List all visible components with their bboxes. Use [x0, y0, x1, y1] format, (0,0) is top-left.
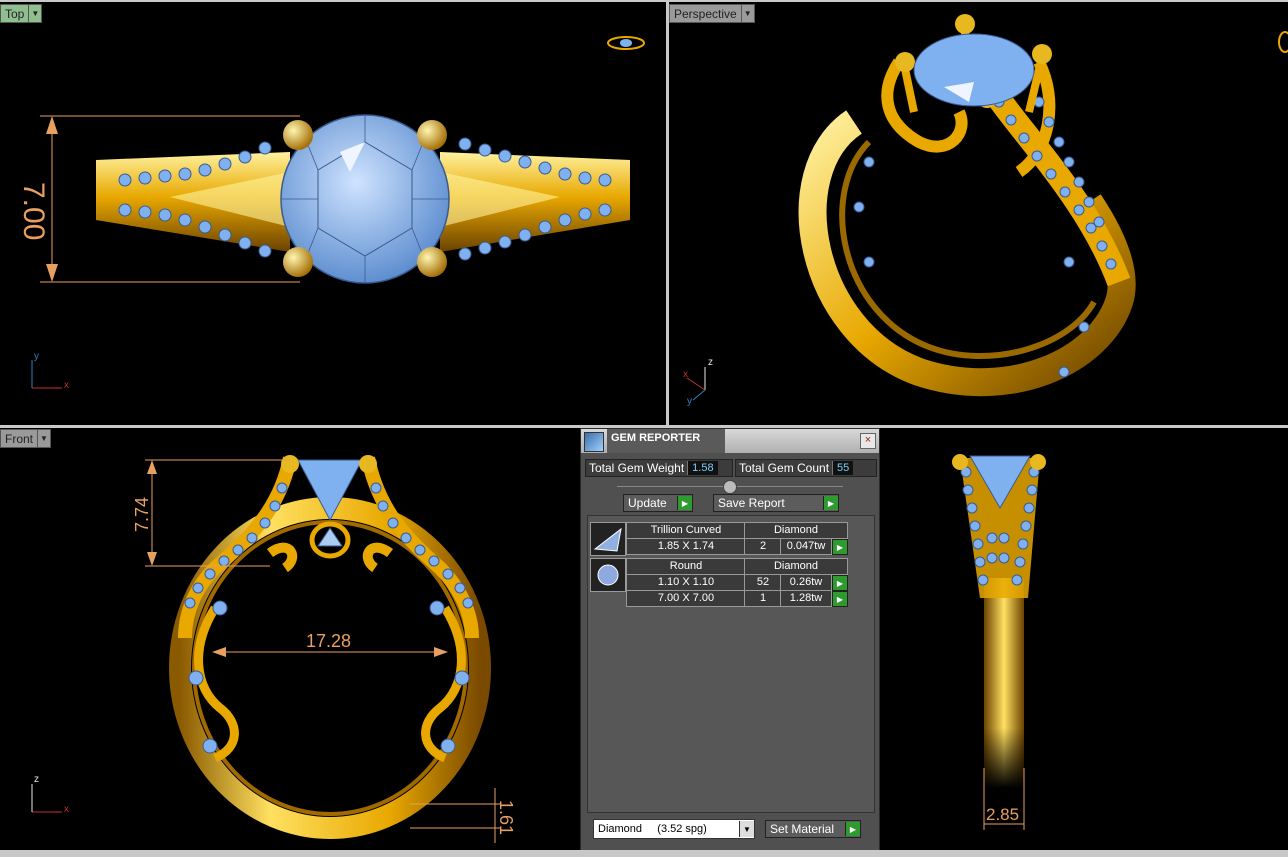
viewport-label-text: Top — [5, 6, 25, 21]
trillion-gem-thumbnail[interactable] — [590, 522, 626, 556]
gem-shape-header: Round — [626, 558, 746, 575]
gem-reporter-icon — [584, 432, 604, 452]
material-select[interactable]: Diamond (3.52 spg) ▼ — [593, 819, 755, 839]
gem-size-cell: 1.10 X 1.10 — [626, 574, 746, 591]
panel-title: GEM REPORTER — [611, 432, 701, 444]
axis-x-label: x — [64, 380, 69, 391]
chevron-down-icon[interactable]: ▼ — [37, 430, 50, 447]
set-material-button-label: Set Material — [770, 822, 835, 836]
total-gem-weight-field: Total Gem Weight 1.58 — [585, 459, 733, 477]
viewport-label-front[interactable]: Front ▼ — [0, 429, 52, 448]
total-gem-count-label: Total Gem Count — [739, 461, 830, 475]
viewport-right[interactable]: 2.85 — [880, 428, 1288, 850]
gem-material-header: Diamond — [744, 558, 848, 575]
viewport-label-text: Perspective — [674, 6, 737, 21]
update-button[interactable]: Update ▶ — [623, 494, 693, 512]
axis-x-label: x — [683, 369, 688, 380]
close-button[interactable]: × — [860, 433, 876, 449]
viewport-label-perspective[interactable]: Perspective ▼ — [669, 4, 755, 23]
total-gem-count-field: Total Gem Count 55 — [735, 459, 877, 477]
gem-weight-cell: 1.28tw — [780, 590, 832, 607]
front-view-drawing — [31, 455, 500, 843]
total-gem-weight-label: Total Gem Weight — [589, 461, 685, 475]
viewport-front[interactable]: 7.74 17.28 1.61 z x Front ▼ — [0, 428, 580, 850]
gem-count-cell: 2 — [744, 538, 782, 555]
front-base-dimension: 1.61 — [496, 800, 516, 836]
update-button-label: Update — [628, 496, 667, 510]
round-gem-thumbnail[interactable] — [590, 558, 626, 592]
select-gems-button[interactable]: ▶ — [832, 591, 848, 607]
total-gem-weight-value: 1.58 — [687, 461, 718, 475]
panel-splitter-handle[interactable] — [723, 480, 737, 494]
panel-title-tab: GEM REPORTER — [607, 429, 725, 453]
gem-count-cell: 1 — [744, 590, 782, 607]
panel-titlebar[interactable]: GEM REPORTER × — [581, 429, 879, 453]
axis-y-label: y — [34, 351, 39, 362]
axis-y-label: y — [687, 396, 692, 407]
select-gems-button[interactable]: ▶ — [832, 575, 848, 591]
select-gems-button[interactable]: ▶ — [832, 539, 848, 555]
perspective-view-drawing — [686, 14, 1288, 401]
gem-reporter-panel: GEM REPORTER × Total Gem Weight 1.58 Tot… — [580, 428, 880, 852]
gem-weight-cell: 0.26tw — [780, 574, 832, 591]
play-arrow-icon: ▶ — [677, 496, 692, 510]
set-material-button[interactable]: Set Material ▶ — [765, 820, 861, 838]
gem-count-cell: 52 — [744, 574, 782, 591]
axis-x-label: x — [64, 804, 69, 815]
total-gem-count-value: 55 — [832, 461, 854, 475]
gem-material-header: Diamond — [744, 522, 848, 539]
viewport-perspective[interactable]: z x y Perspective ▼ — [669, 2, 1288, 426]
front-width-dimension: 17.28 — [306, 631, 352, 651]
top-dimension-label: 7.00 — [17, 182, 50, 241]
viewport-label-top[interactable]: Top ▼ — [0, 4, 43, 23]
chevron-down-icon[interactable]: ▼ — [739, 821, 754, 837]
top-view-drawing — [31, 36, 645, 389]
gem-list: Trillion Curved Diamond 1.85 X 1.74 2 0.… — [587, 515, 875, 813]
gem-size-cell: 1.85 X 1.74 — [626, 538, 746, 555]
save-report-button-label: Save Report — [718, 496, 785, 510]
right-view-drawing — [952, 454, 1046, 830]
viewport-top[interactable]: 7.00 y x Top ▼ — [0, 2, 666, 426]
save-report-button[interactable]: Save Report ▶ — [713, 494, 839, 512]
bottom-strip — [0, 850, 1288, 857]
chevron-down-icon[interactable]: ▼ — [740, 5, 754, 22]
material-select-value: Diamond (3.52 spg) — [598, 823, 707, 835]
gem-weight-cell: 0.047tw — [780, 538, 832, 555]
front-height-dimension: 7.74 — [132, 496, 152, 532]
play-arrow-icon: ▶ — [823, 496, 838, 510]
axis-z-label: z — [34, 774, 39, 785]
gem-size-cell: 7.00 X 7.00 — [626, 590, 746, 607]
right-width-dimension: 2.85 — [986, 805, 1020, 824]
play-arrow-icon: ▶ — [845, 822, 860, 836]
axis-z-label: z — [708, 357, 713, 368]
gem-shape-header: Trillion Curved — [626, 522, 746, 539]
viewport-label-text: Front — [5, 431, 34, 446]
chevron-down-icon[interactable]: ▼ — [28, 5, 41, 22]
